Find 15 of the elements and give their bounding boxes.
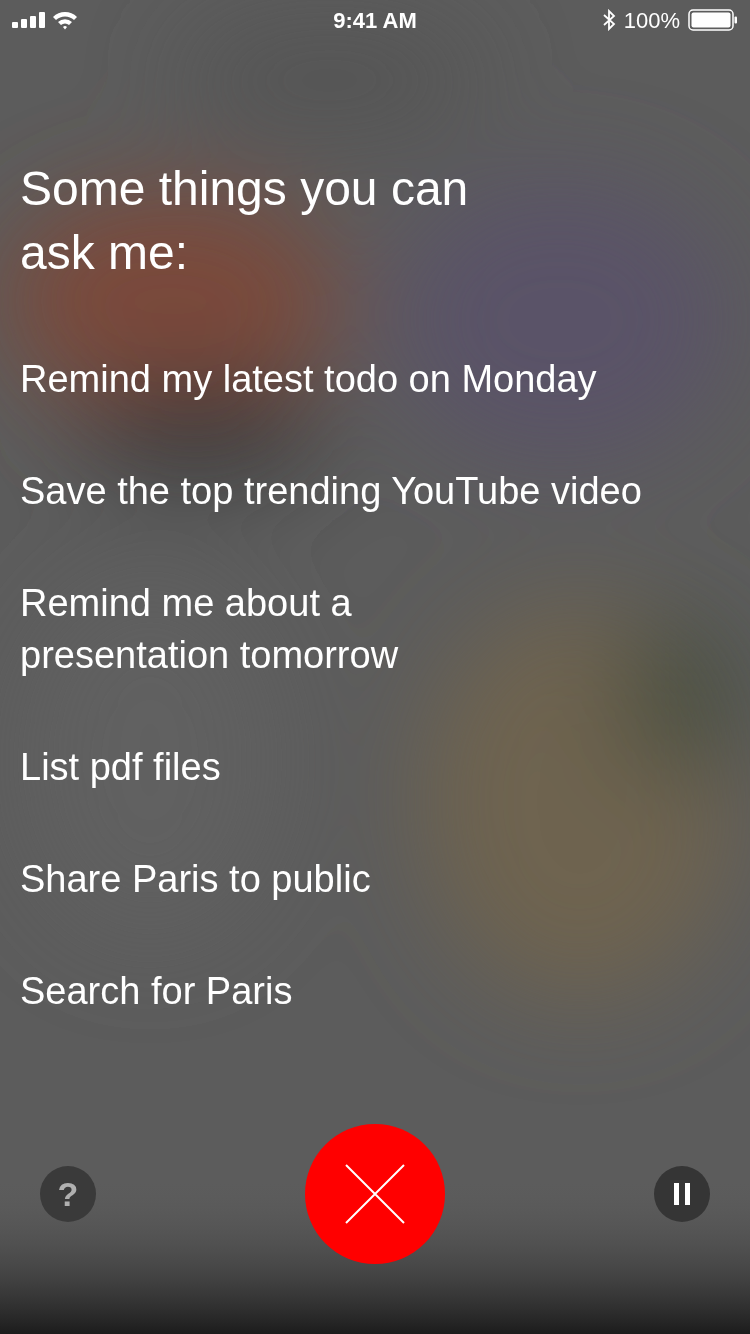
suggestion[interactable]: Search for Paris — [20, 965, 750, 1017]
battery-percentage: 100% — [623, 6, 680, 35]
signal-icon — [12, 12, 46, 28]
status-time: 9:41 AM — [333, 6, 417, 35]
close-icon — [345, 1164, 405, 1224]
bluetooth-icon — [601, 9, 616, 31]
pause-icon — [674, 1183, 690, 1205]
battery-icon — [688, 9, 738, 31]
suggestion[interactable]: Save the top trending YouTube video — [20, 465, 750, 517]
suggestion[interactable]: Remind me about a presentation tomorrow — [20, 577, 750, 681]
suggestion[interactable]: Remind my latest todo on Monday — [20, 353, 750, 405]
suggestion[interactable]: List pdf files — [20, 741, 750, 793]
heading: Some things you can ask me: — [20, 161, 470, 281]
wifi-icon — [52, 10, 78, 30]
suggestion[interactable]: Share Paris to public — [20, 853, 750, 905]
